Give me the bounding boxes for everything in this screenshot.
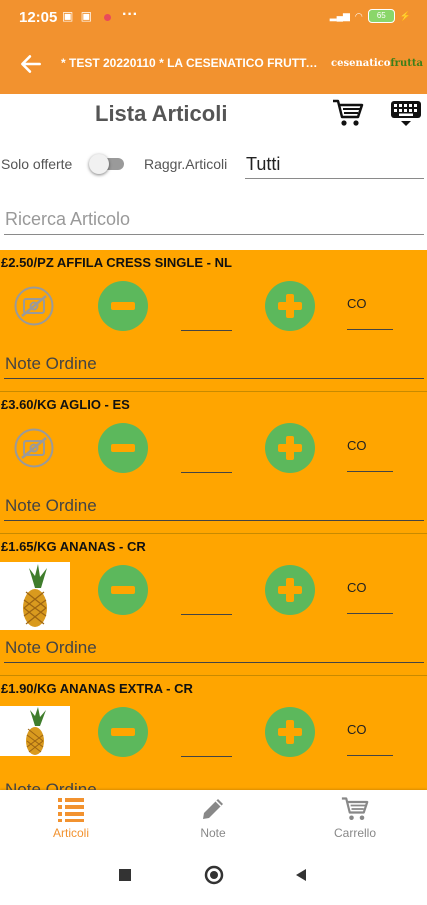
increase-button[interactable]: [265, 707, 315, 757]
decrease-button[interactable]: [98, 281, 148, 331]
list-item: £1.90/KG ANANAS EXTRA - CR CO Note Ordin…: [0, 676, 427, 790]
list-item: £1.65/KG ANANAS - CR CO Note Ordine: [0, 534, 427, 676]
system-navigation-bar: [0, 850, 427, 900]
back-icon[interactable]: [296, 869, 306, 881]
decrease-button[interactable]: [98, 565, 148, 615]
notification-icons: ▣ ▣: [62, 9, 95, 23]
list-header: Lista Articoli Solo offerte Raggr.Artico…: [0, 94, 427, 250]
quantity-input[interactable]: [181, 734, 232, 757]
nav-label: Articoli: [52, 826, 89, 840]
back-arrow-icon[interactable]: [18, 51, 44, 77]
status-time: 12:05: [19, 9, 58, 26]
group-select[interactable]: Tutti: [245, 150, 424, 179]
decrease-button[interactable]: [98, 423, 148, 473]
home-dot-icon: [210, 871, 218, 879]
unit-select[interactable]: CO: [347, 438, 393, 472]
product-image: [0, 562, 70, 630]
wifi-icon: ◠: [354, 10, 363, 21]
nav-carrello[interactable]: Carrello: [284, 790, 426, 850]
battery-icon: 65: [367, 9, 395, 23]
plus-icon: [278, 720, 302, 744]
decrease-button[interactable]: [98, 707, 148, 757]
unit-select[interactable]: CO: [347, 580, 393, 614]
notification-dot-icon: [104, 14, 111, 21]
nav-articoli[interactable]: Articoli: [0, 790, 142, 850]
search-input[interactable]: Ricerca Articolo: [4, 204, 424, 235]
charging-icon: ⚡: [399, 10, 411, 21]
system-indicators: ▂▄▆ ◠ 65 ⚡: [330, 9, 411, 23]
app-bar: * TEST 20220110 * LA CESENATICO FRUTTA S…: [0, 36, 427, 94]
unit-select[interactable]: CO: [347, 296, 393, 330]
quantity-input[interactable]: [181, 592, 232, 615]
no-image-icon: [14, 428, 54, 468]
company-logo: cesenaticofrutta: [331, 58, 423, 69]
item-name: £2.50/PZ AFFILA CRESS SINGLE - NL: [1, 255, 232, 270]
minus-icon: [111, 302, 135, 310]
app-title: * TEST 20220110 * LA CESENATICO FRUTTA S…: [61, 56, 319, 70]
unit-select[interactable]: CO: [347, 722, 393, 756]
signal-icon: ▂▄▆: [329, 10, 350, 21]
quantity-input[interactable]: [181, 450, 232, 473]
nav-label: Carrello: [333, 826, 376, 840]
group-label: Raggr.Articoli: [144, 156, 228, 172]
minus-icon: [111, 728, 135, 736]
increase-button[interactable]: [265, 281, 315, 331]
no-image-icon: [14, 286, 54, 326]
cart-icon: [341, 797, 369, 821]
more-notifications-icon: ···: [122, 6, 138, 23]
item-name: £1.90/KG ANANAS EXTRA - CR: [1, 681, 193, 696]
pineapple-icon: [26, 707, 46, 755]
item-name: £1.65/KG ANANAS - CR: [1, 539, 146, 554]
product-image: [0, 706, 70, 756]
nav-label: Note: [200, 826, 226, 840]
item-name: £3.60/KG AGLIO - ES: [1, 397, 130, 412]
increase-button[interactable]: [265, 565, 315, 615]
keyboard-icon[interactable]: [390, 100, 422, 128]
order-note-input[interactable]: Note Ordine: [4, 350, 424, 379]
list-item: £3.60/KG AGLIO - ES CO Note Ordine: [0, 392, 427, 534]
cart-icon[interactable]: [332, 98, 364, 128]
plus-icon: [278, 578, 302, 602]
pencil-icon: [203, 799, 223, 819]
minus-icon: [111, 586, 135, 594]
list-item: £2.50/PZ AFFILA CRESS SINGLE - NL CO Not…: [0, 250, 427, 392]
list-icon: [58, 798, 84, 822]
only-offers-label: Solo offerte: [1, 156, 73, 172]
plus-icon: [278, 436, 302, 460]
page-title: Lista Articoli: [95, 101, 228, 126]
minus-icon: [111, 444, 135, 452]
increase-button[interactable]: [265, 423, 315, 473]
article-list[interactable]: £2.50/PZ AFFILA CRESS SINGLE - NL CO Not…: [0, 250, 427, 790]
only-offers-toggle[interactable]: [89, 154, 124, 174]
status-bar: 12:05 ▣ ▣ ··· ▂▄▆ ◠ 65 ⚡: [0, 0, 427, 36]
order-note-input[interactable]: Note Ordine: [4, 634, 424, 663]
bottom-navigation: Articoli Note Carrello: [0, 790, 427, 850]
toggle-knob: [89, 154, 109, 174]
pineapple-icon: [23, 564, 47, 627]
nav-note[interactable]: Note: [142, 790, 284, 850]
order-note-input[interactable]: Note Ordine: [4, 492, 424, 521]
quantity-input[interactable]: [181, 308, 232, 331]
recents-icon[interactable]: [119, 869, 131, 881]
order-note-input[interactable]: Note Ordine: [4, 776, 424, 790]
plus-icon: [278, 294, 302, 318]
